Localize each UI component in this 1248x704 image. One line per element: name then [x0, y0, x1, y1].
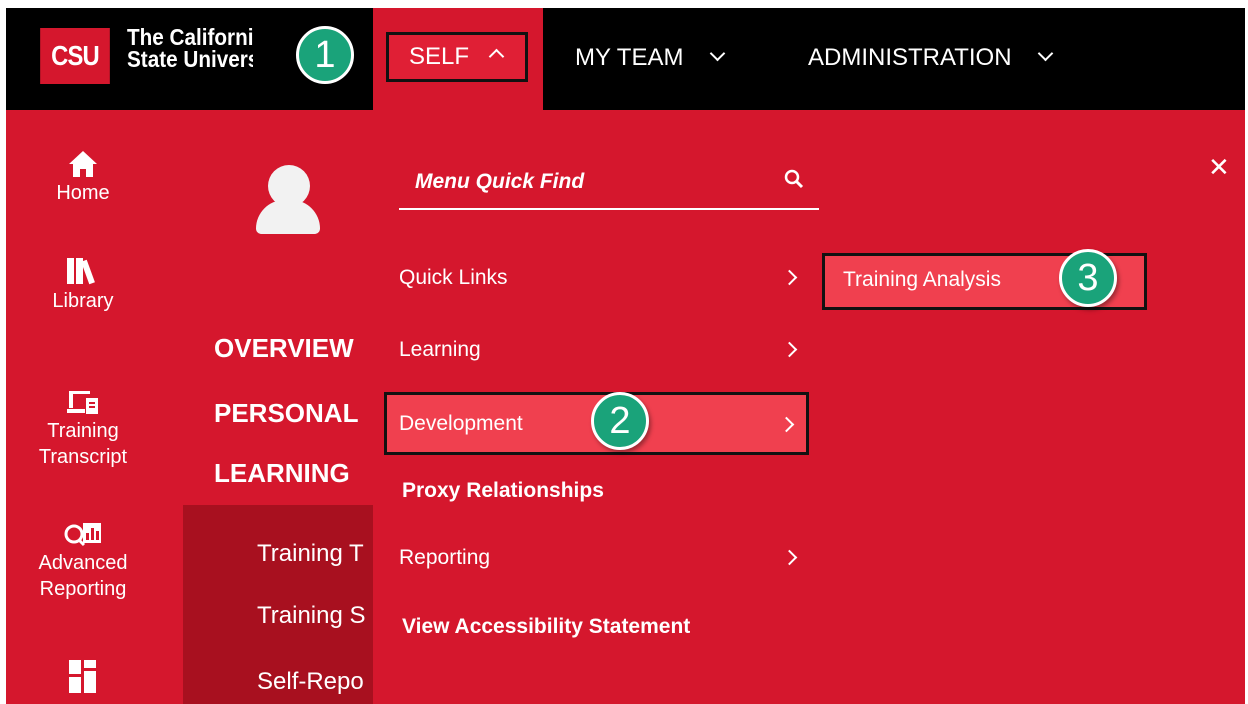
- chevron-down-icon: [1037, 45, 1054, 62]
- menu-item-label: Quick Links: [399, 266, 508, 289]
- learning-subpanel: Training T Training S Self-Repo: [183, 505, 383, 704]
- menu-quick-find-input[interactable]: Menu Quick Find: [399, 160, 819, 210]
- library-icon: [67, 258, 95, 285]
- step-marker-1: 1: [296, 26, 354, 84]
- chevron-right-icon: [781, 549, 798, 566]
- top-navigation-bar: CSU The California State University SELF…: [6, 8, 1245, 110]
- menu-item-label: Reporting: [399, 546, 491, 569]
- sidebar-item-label-line2: Transcript: [38, 446, 128, 468]
- sidebar-item-label: Library: [52, 290, 114, 312]
- sidebar-item-training-transcript[interactable]: Training Transcript: [6, 388, 160, 470]
- university-name-line1: The California: [127, 26, 253, 50]
- nav-my-team-label: MY TEAM: [575, 44, 684, 71]
- reporting-icon: [64, 523, 101, 547]
- university-name-line2: State University: [127, 46, 253, 71]
- nav-my-team-button[interactable]: MY TEAM: [575, 44, 726, 72]
- chevron-right-icon: [781, 269, 798, 286]
- step-marker-3: 3: [1059, 249, 1117, 307]
- nav-self-button[interactable]: SELF: [386, 32, 528, 82]
- sidebar-item-library[interactable]: Library: [6, 256, 160, 314]
- sidebar-item-label-line1: Training: [47, 420, 119, 442]
- chevron-right-icon: [781, 341, 798, 358]
- avatar[interactable]: [256, 200, 320, 234]
- app-frame: CSU The California State University SELF…: [6, 8, 1245, 704]
- subpanel-item[interactable]: Self-Repo: [257, 668, 377, 696]
- transcript-icon: [67, 391, 98, 414]
- university-name: The California State University: [127, 26, 253, 70]
- section-personal[interactable]: PERSONAL: [214, 398, 374, 429]
- menu-item-reporting[interactable]: Reporting: [399, 533, 809, 583]
- chevron-down-icon: [709, 45, 726, 62]
- menu-item-quick-links[interactable]: Quick Links: [399, 253, 809, 303]
- step-marker-2: 2: [591, 392, 649, 450]
- menu-item-label: View Accessibility Statement: [402, 615, 691, 638]
- menu-item-learning[interactable]: Learning: [399, 325, 809, 375]
- menu-item-view-accessibility-statement[interactable]: View Accessibility Statement: [402, 602, 812, 652]
- subpanel-item[interactable]: Training T: [257, 540, 377, 568]
- sidebar-item-label-line2: Reporting: [39, 578, 127, 600]
- menu-item-label: Development: [399, 411, 523, 435]
- menu-item-label: Proxy Relationships: [402, 479, 604, 502]
- sidebar-item-home[interactable]: Home: [6, 150, 160, 206]
- nav-self-label: SELF: [409, 43, 470, 70]
- csu-logo[interactable]: CSU: [40, 28, 110, 84]
- sidebar-item-advanced-reporting[interactable]: Advanced Reporting: [6, 520, 160, 602]
- menu-item-proxy-relationships[interactable]: Proxy Relationships: [402, 466, 812, 516]
- search-icon[interactable]: [783, 168, 805, 190]
- sidebar-item-label-line1: Advanced: [38, 552, 128, 574]
- sidebar-item-dashboard[interactable]: [6, 658, 160, 696]
- nav-administration-label: ADMINISTRATION: [808, 44, 1012, 71]
- quick-find-placeholder: Menu Quick Find: [415, 170, 585, 193]
- chevron-right-icon: [778, 416, 795, 433]
- subpanel-item[interactable]: Training S: [257, 602, 377, 630]
- section-overview[interactable]: OVERVIEW: [214, 333, 374, 364]
- nav-administration-button[interactable]: ADMINISTRATION: [808, 44, 1054, 72]
- close-icon[interactable]: ✕: [1208, 152, 1230, 183]
- sidebar-item-label: Home: [56, 182, 110, 204]
- home-icon: [69, 151, 97, 177]
- section-learning[interactable]: LEARNING: [214, 458, 374, 489]
- menu-item-label: Learning: [399, 338, 481, 361]
- chevron-up-icon: [488, 48, 505, 64]
- dashboard-icon: [69, 660, 96, 693]
